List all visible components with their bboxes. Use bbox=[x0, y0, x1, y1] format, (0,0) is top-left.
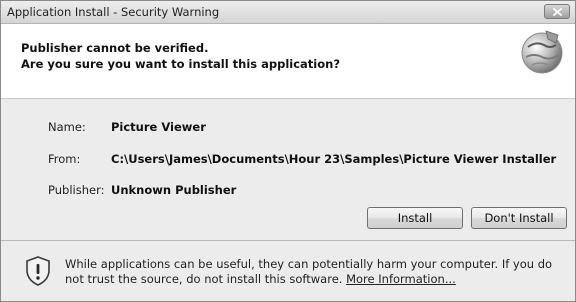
globe-icon bbox=[521, 30, 563, 74]
close-button[interactable] bbox=[544, 4, 570, 19]
warning-message: While applications can be useful, they c… bbox=[65, 257, 570, 287]
header-question: Are you sure you want to install this ap… bbox=[21, 57, 341, 71]
from-label: From: bbox=[48, 152, 81, 166]
from-value: C:\Users\James\Documents\Hour 23\Samples… bbox=[111, 152, 557, 166]
publisher-value: Unknown Publisher bbox=[111, 183, 237, 197]
more-information-link[interactable]: More Information... bbox=[346, 272, 456, 286]
dont-install-button[interactable]: Don't Install bbox=[471, 207, 567, 229]
publisher-label: Publisher: bbox=[48, 183, 105, 197]
warning-text: While applications can be useful, they c… bbox=[65, 257, 553, 286]
title-bar: Application Install - Security Warning bbox=[1, 1, 575, 24]
name-value: Picture Viewer bbox=[111, 120, 206, 134]
footer-panel: While applications can be useful, they c… bbox=[1, 241, 575, 301]
security-warning-dialog: Application Install - Security Warning P… bbox=[0, 0, 576, 302]
close-icon bbox=[553, 8, 562, 16]
header-panel: Publisher cannot be verified. Are you su… bbox=[1, 24, 575, 99]
install-button[interactable]: Install bbox=[367, 207, 463, 229]
window-title: Application Install - Security Warning bbox=[7, 5, 220, 19]
shield-warning-icon bbox=[26, 256, 50, 286]
header-publisher-warning: Publisher cannot be verified. bbox=[21, 41, 209, 55]
name-label: Name: bbox=[48, 120, 86, 134]
